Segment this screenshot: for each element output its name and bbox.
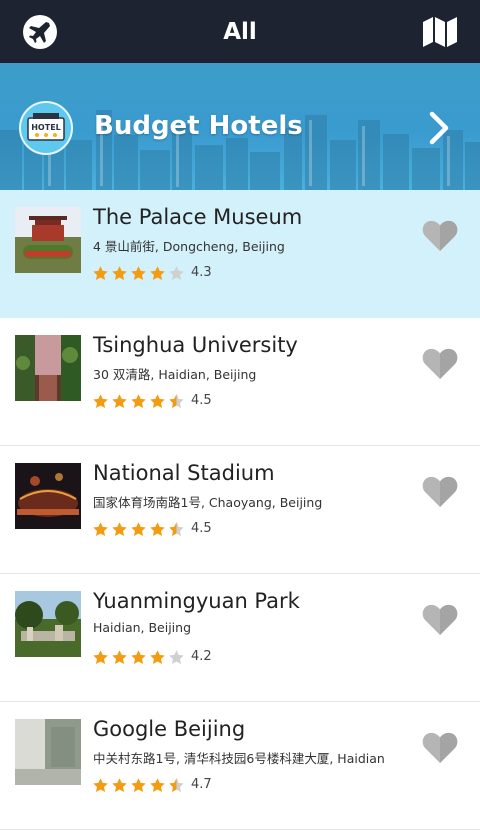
star-full-icon <box>112 650 127 665</box>
list-item-5[interactable]: Google Beijing 中关村东路1号, 清华科技园6号楼科建大厦, Ha… <box>0 702 480 830</box>
star-full-icon <box>131 522 146 537</box>
star-rating <box>92 649 185 666</box>
star-rating <box>92 393 185 410</box>
star-full-icon <box>150 778 165 793</box>
place-address: 4 景山前街, Dongcheng, Beijing <box>93 239 285 254</box>
star-full-icon <box>93 778 108 793</box>
star-full-icon <box>112 266 127 281</box>
place-address: 国家体育场南路1号, Chaoyang, Beijing <box>93 495 323 510</box>
place-thumbnail <box>15 719 81 785</box>
hotel-icon: HOTEL <box>19 101 73 155</box>
star-rating <box>92 265 185 282</box>
star-full-icon <box>131 650 146 665</box>
top-app-bar: All <box>0 0 480 63</box>
place-name: National Stadium <box>93 461 275 485</box>
place-address: Haidian, Beijing <box>93 620 192 635</box>
star-half-icon <box>169 522 184 537</box>
rating-value: 4.2 <box>191 649 212 664</box>
places-list: The Palace Museum 4 景山前街, Dongcheng, Bei… <box>0 190 480 830</box>
place-name: Google Beijing <box>93 717 246 741</box>
place-thumbnail <box>15 591 81 657</box>
star-full-icon <box>112 394 127 409</box>
star-full-icon <box>93 522 108 537</box>
place-name: Yuanmingyuan Park <box>93 589 300 613</box>
budget-hotels-banner[interactable]: HOTEL Budget Hotels <box>0 63 480 190</box>
map-icon[interactable] <box>422 16 458 48</box>
banner-label: Budget Hotels <box>94 111 303 141</box>
place-thumbnail <box>15 335 81 401</box>
rating-value: 4.5 <box>191 393 212 408</box>
heart-icon[interactable] <box>422 219 458 252</box>
place-thumbnail <box>15 463 81 529</box>
star-full-icon <box>150 266 165 281</box>
airplane-icon[interactable] <box>22 14 58 50</box>
star-full-icon <box>150 522 165 537</box>
place-name: The Palace Museum <box>93 205 303 229</box>
page-title: All <box>223 18 257 45</box>
star-full-icon <box>93 650 108 665</box>
rating-value: 4.3 <box>191 265 212 280</box>
star-full-icon <box>93 394 108 409</box>
star-rating <box>92 777 185 794</box>
heart-icon[interactable] <box>422 475 458 508</box>
star-empty-icon <box>169 650 184 665</box>
star-full-icon <box>131 266 146 281</box>
star-full-icon <box>112 778 127 793</box>
rating-value: 4.5 <box>191 521 212 536</box>
heart-icon[interactable] <box>422 603 458 636</box>
star-full-icon <box>150 394 165 409</box>
place-name: Tsinghua University <box>93 333 298 357</box>
star-empty-icon <box>169 266 184 281</box>
place-thumbnail <box>15 207 81 273</box>
rating-value: 4.7 <box>191 777 212 792</box>
chevron-right-icon[interactable] <box>428 111 450 145</box>
place-address: 中关村东路1号, 清华科技园6号楼科建大厦, Haidian <box>93 751 385 766</box>
star-full-icon <box>112 522 127 537</box>
star-half-icon <box>169 394 184 409</box>
star-full-icon <box>150 650 165 665</box>
star-half-icon <box>169 778 184 793</box>
heart-icon[interactable] <box>422 347 458 380</box>
list-item-4[interactable]: Yuanmingyuan Park Haidian, Beijing 4.2 <box>0 574 480 702</box>
star-rating <box>92 521 185 538</box>
list-item-1[interactable]: The Palace Museum 4 景山前街, Dongcheng, Bei… <box>0 190 480 318</box>
star-full-icon <box>131 778 146 793</box>
place-address: 30 双清路, Haidian, Beijing <box>93 367 257 382</box>
heart-icon[interactable] <box>422 731 458 764</box>
svg-text:HOTEL: HOTEL <box>31 123 61 132</box>
list-item-2[interactable]: Tsinghua University 30 双清路, Haidian, Bei… <box>0 318 480 446</box>
list-item-3[interactable]: National Stadium 国家体育场南路1号, Chaoyang, Be… <box>0 446 480 574</box>
star-full-icon <box>131 394 146 409</box>
star-full-icon <box>93 266 108 281</box>
